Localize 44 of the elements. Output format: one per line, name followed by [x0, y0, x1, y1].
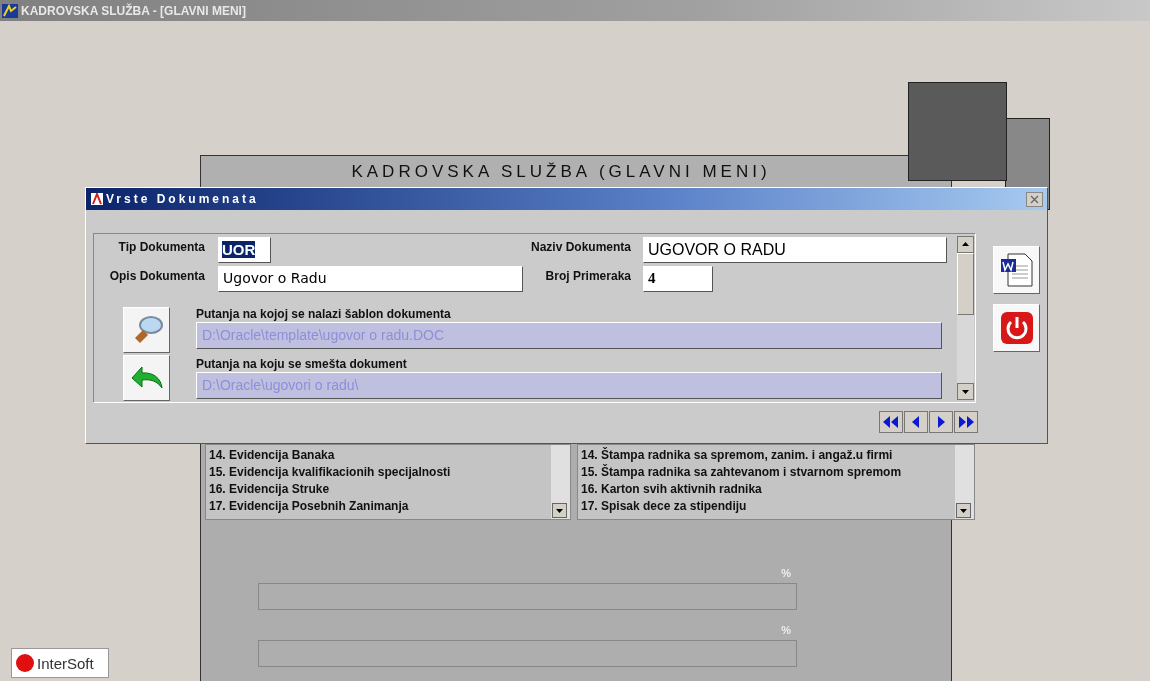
field-label: Tip Dokumenta	[117, 239, 205, 254]
vertical-scrollbar[interactable]	[957, 236, 974, 400]
last-record-button[interactable]	[954, 411, 978, 433]
dialog-title: Vrste Dokumenata	[106, 192, 260, 206]
menu-item[interactable]: 17. Evidencija Posebnih Zanimanja	[209, 498, 548, 515]
path-label: Putanja na kojoj se nalazi šablon dokumenta	[196, 307, 452, 322]
scroll-down-button[interactable]	[552, 503, 567, 518]
logo-text: InterSoft	[37, 654, 94, 672]
power-icon	[999, 311, 1034, 345]
browse-button[interactable]	[123, 307, 170, 353]
menu-item[interactable]: 17. Spisak dece za stipendiju	[581, 498, 952, 515]
menu-list[interactable]: 14. Štampa radnika sa spremom, zanim. i angaž.u firmi 15. Štampa radnika sa zahtevanom i stvarnom spremom 16. Karton svih aktivnih radnika 17. Spisak dece za stipendiju	[577, 444, 975, 520]
word-document-icon	[999, 252, 1034, 288]
field-label: Naziv Dokumenta	[529, 239, 631, 254]
menu-item[interactable]: 16. Evidencija Struke	[209, 481, 548, 498]
input-field[interactable]: Ugovor o Radu	[218, 266, 523, 292]
previous-record-button[interactable]	[904, 411, 928, 433]
scroll-down-button[interactable]	[956, 503, 971, 518]
field-label: Opis Dokumenta	[108, 268, 205, 283]
scroll-down-button[interactable]	[957, 383, 974, 400]
menu-item[interactable]: 15. Štampa radnika sa zahtevanom i stvarnom spremom	[581, 464, 952, 481]
app-icon	[2, 3, 18, 18]
menu-item[interactable]: 14. Evidencija Banaka	[209, 447, 548, 464]
window-title: KADROVSKA SLUŽBA - [GLAVNI MENI]	[21, 3, 246, 18]
close-button[interactable]	[1026, 191, 1043, 207]
input-field[interactable]: UGOVOR O RADU	[643, 237, 947, 263]
menu-item[interactable]: 16. Karton svih aktivnih radnika	[581, 481, 952, 498]
field-label: Broj Primeraka	[544, 268, 631, 283]
percent-label: %	[780, 623, 792, 638]
menu-list[interactable]: 14. Evidencija Banaka 15. Evidencija kvalifikacionih specijalnosti 16. Evidencija Struke 17. Evidencija Posebnih Zanimanja	[205, 444, 571, 520]
input-field[interactable]: UOR	[218, 237, 271, 263]
exit-button[interactable]	[993, 304, 1040, 352]
first-record-button[interactable]	[879, 411, 903, 433]
back-button[interactable]	[123, 355, 170, 401]
menu-item[interactable]: 14. Štampa radnika sa spremom, zanim. i angaž.u firmi	[581, 447, 952, 464]
scroll-thumb[interactable]	[957, 253, 974, 315]
input-field[interactable]: 4	[643, 266, 713, 292]
next-record-button[interactable]	[929, 411, 953, 433]
percent-label: %	[780, 566, 792, 581]
path-label: Putanja na koju se smešta dokument	[196, 357, 408, 372]
word-document-button[interactable]	[993, 246, 1040, 294]
ball-icon	[15, 653, 35, 673]
scroll-up-button[interactable]	[957, 236, 974, 253]
menu-item[interactable]: 15. Evidencija kvalifikacionih specijalnosti	[209, 464, 548, 481]
